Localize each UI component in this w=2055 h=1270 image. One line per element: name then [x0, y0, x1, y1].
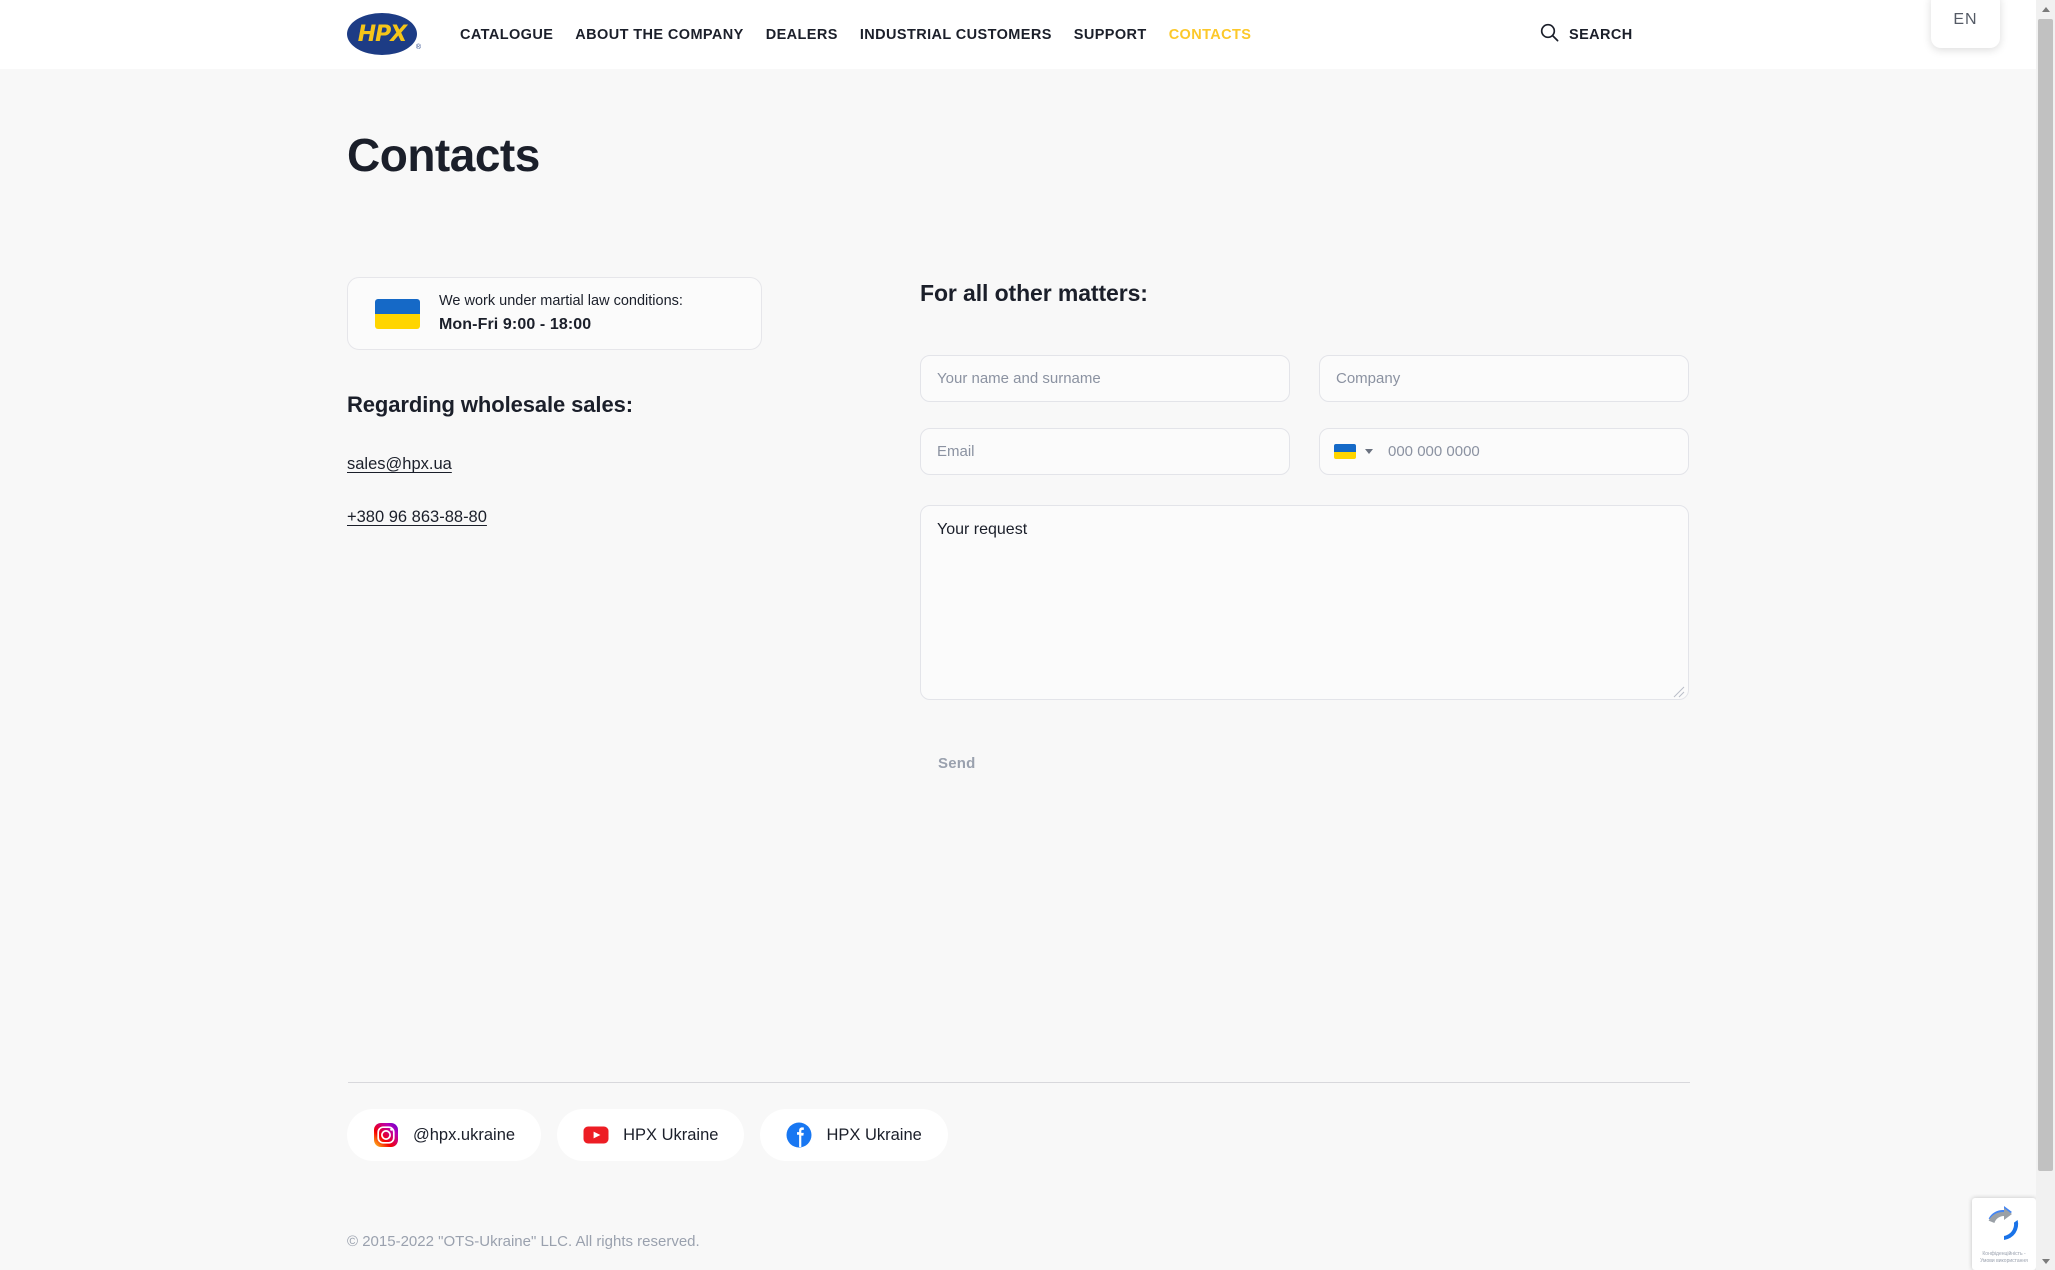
logo-trademark: ®: [415, 44, 421, 51]
social-link-facebook-label: HPX Ukraine: [826, 1125, 922, 1144]
recaptcha-label: Конфіденційність - Умови використання: [1980, 1251, 2028, 1264]
company-field-placeholder: Company: [1336, 370, 1401, 387]
phone-country-flag-icon[interactable]: [1334, 444, 1356, 459]
nav-item-industrial-customers[interactable]: INDUSTRIAL CUSTOMERS: [860, 27, 1052, 43]
social-link-instagram-label: @hpx.ukraine: [413, 1125, 516, 1144]
language-selector[interactable]: EN: [1931, 0, 2000, 48]
company-field[interactable]: Company: [1319, 355, 1689, 402]
nav-item-support[interactable]: SUPPORT: [1074, 27, 1147, 43]
phone-field-placeholder: 000 000 0000: [1388, 443, 1480, 460]
search-label: SEARCH: [1569, 26, 1633, 43]
nav-item-catalogue[interactable]: CATALOGUE: [460, 27, 553, 43]
site-header: HPX ® CATALOGUE ABOUT THE COMPANY DEALER…: [0, 0, 2036, 69]
request-textarea[interactable]: Your request: [920, 505, 1689, 700]
recaptcha-badge[interactable]: Конфіденційність - Умови використання: [1972, 1198, 2036, 1270]
ukraine-flag-icon: [375, 298, 420, 329]
send-button[interactable]: Send: [920, 742, 1010, 784]
resize-grip-icon[interactable]: [1673, 685, 1685, 698]
martial-law-line-2: Mon-Fri 9:00 - 18:00: [439, 315, 592, 333]
contact-form-heading: For all other matters:: [920, 280, 1148, 306]
logo-text: HPX: [357, 21, 408, 47]
social-link-facebook[interactable]: HPX Ukraine: [760, 1109, 948, 1161]
instagram-icon: [373, 1122, 399, 1148]
facebook-icon: [786, 1122, 812, 1148]
martial-law-line-1: We work under martial law conditions:: [439, 293, 683, 310]
search-button[interactable]: SEARCH: [1540, 0, 1633, 69]
martial-law-notice: We work under martial law conditions: Mo…: [347, 277, 762, 350]
email-link[interactable]: sales@hpx.ua: [347, 455, 452, 474]
copyright-text: © 2015-2022 "OTS-Ukraine" LLC. All right…: [347, 1233, 700, 1250]
footer-divider: [348, 1082, 1690, 1083]
site-logo[interactable]: HPX ®: [347, 13, 421, 55]
page-title: Contacts: [347, 129, 540, 181]
email-field-placeholder: Email: [937, 443, 975, 460]
scrollbar-thumb[interactable]: [2038, 19, 2053, 1171]
main-navigation: CATALOGUE ABOUT THE COMPANY DEALERS INDU…: [460, 0, 1251, 69]
language-selector-value: EN: [1953, 11, 1978, 28]
name-field[interactable]: Your name and surname: [920, 355, 1290, 402]
nav-item-contacts[interactable]: CONTACTS: [1169, 27, 1252, 43]
chevron-up-icon: [2041, 6, 2050, 12]
browser-scrollbar[interactable]: [2036, 0, 2055, 1270]
request-textarea-placeholder: Your request: [937, 521, 1028, 538]
name-field-placeholder: Your name and surname: [937, 370, 1101, 387]
social-links: @hpx.ukraine HPX Ukraine HPX Ukraine: [347, 1109, 948, 1161]
search-icon: [1540, 23, 1559, 47]
page-viewport: HPX ® CATALOGUE ABOUT THE COMPANY DEALER…: [0, 0, 2036, 1270]
chevron-down-icon: [2041, 1258, 2050, 1264]
scrollbar-down-arrow[interactable]: [2036, 1252, 2055, 1270]
youtube-icon: [583, 1122, 609, 1148]
social-link-youtube[interactable]: HPX Ukraine: [557, 1109, 745, 1161]
wholesale-heading: Regarding wholesale sales:: [347, 392, 633, 417]
phone-field[interactable]: 000 000 0000: [1319, 428, 1689, 475]
chevron-down-icon[interactable]: [1365, 449, 1373, 454]
phone-link[interactable]: +380 96 863-88-80: [347, 508, 487, 527]
nav-item-about-the-company[interactable]: ABOUT THE COMPANY: [575, 27, 743, 43]
email-field[interactable]: Email: [920, 428, 1290, 475]
recaptcha-icon: [1985, 1205, 2023, 1248]
scrollbar-up-arrow[interactable]: [2036, 0, 2055, 18]
social-link-youtube-label: HPX Ukraine: [623, 1125, 719, 1144]
nav-item-dealers[interactable]: DEALERS: [766, 27, 838, 43]
martial-law-notice-text: We work under martial law conditions: Mo…: [439, 291, 683, 336]
social-link-instagram[interactable]: @hpx.ukraine: [347, 1109, 542, 1161]
